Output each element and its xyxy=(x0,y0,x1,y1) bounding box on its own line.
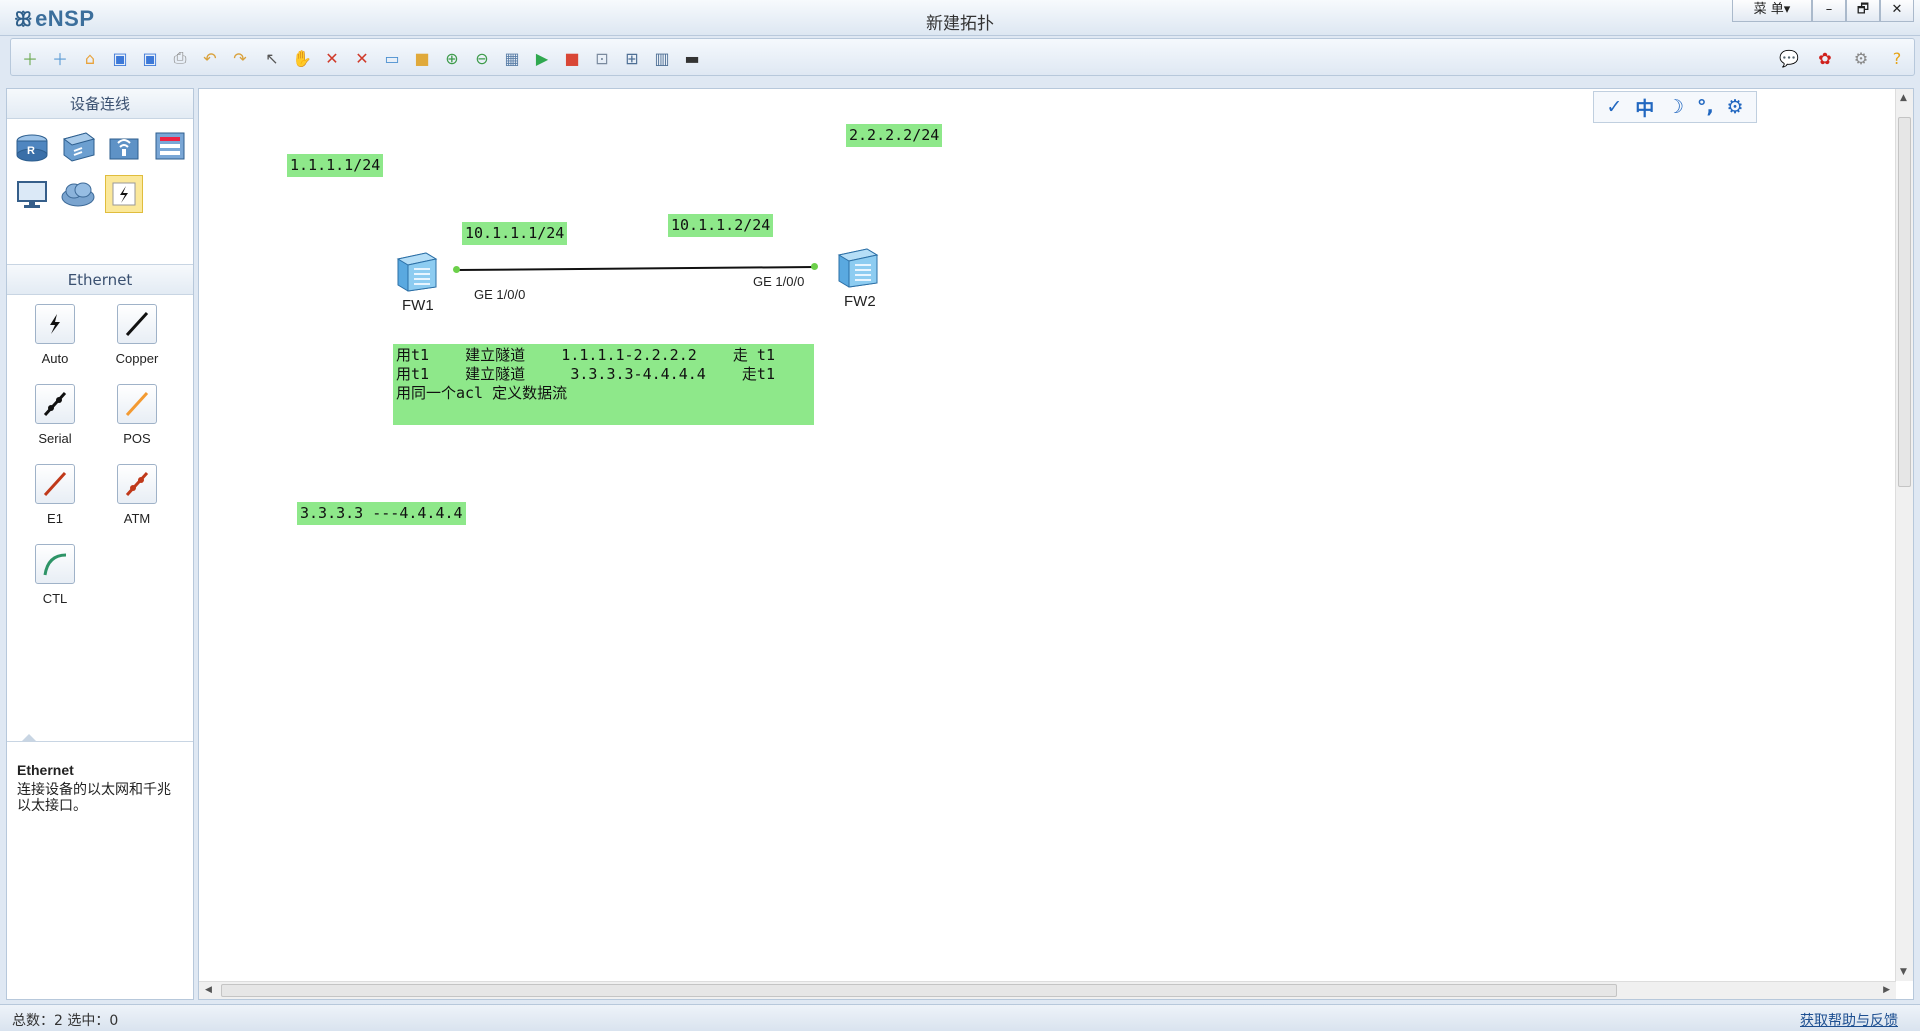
ethernet-section-header: Ethernet xyxy=(7,265,193,295)
chat-icon[interactable]: 💬 xyxy=(1776,45,1802,71)
cable-label: ATM xyxy=(123,511,151,526)
cable-label: Auto xyxy=(41,351,69,366)
wireless-category-icon[interactable] xyxy=(105,127,143,165)
serial-cable-icon xyxy=(35,384,75,424)
description-panel: Ethernet 连接设备的以太网和千兆以太接口。 xyxy=(7,734,193,999)
port-label-fw1: GE 1/0/0 xyxy=(474,287,526,302)
ctl-cable-icon xyxy=(35,544,75,584)
cloud-category-icon[interactable] xyxy=(59,175,97,213)
cable-copper[interactable]: Copper xyxy=(107,304,167,366)
cable-e1[interactable]: E1 xyxy=(25,464,85,526)
devices-header: 设备连线 xyxy=(7,89,193,119)
topology-icon[interactable]: ⊞ xyxy=(619,45,645,71)
start-icon[interactable]: ▶ xyxy=(529,45,555,71)
redo-icon[interactable]: ↷ xyxy=(227,45,253,71)
left-panel: 设备连线 R Ethernet Auto Copper Serial POS E… xyxy=(6,88,194,1000)
new-lab-icon[interactable]: ＋ xyxy=(47,45,73,71)
cable-auto[interactable]: Auto xyxy=(25,304,85,366)
pan-icon[interactable]: ✋ xyxy=(289,45,315,71)
fit-icon[interactable]: ▦ xyxy=(499,45,525,71)
e1-cable-icon xyxy=(35,464,75,504)
device-label-fw2: FW2 xyxy=(844,293,876,310)
title-bar: ꕥeNSP 新建拓扑 菜 单▾ – 🗗 ✕ xyxy=(0,0,1920,36)
vertical-scroll-thumb[interactable] xyxy=(1898,117,1911,487)
capture-icon[interactable]: ⊡ xyxy=(589,45,615,71)
open-icon[interactable]: ⌂ xyxy=(77,45,103,71)
select-icon[interactable]: ↖ xyxy=(259,45,285,71)
firewall-fw1-icon[interactable] xyxy=(394,247,440,293)
huawei-icon[interactable]: ✿ xyxy=(1812,45,1838,71)
cable-label: POS xyxy=(123,431,151,446)
horizontal-scroll-thumb[interactable] xyxy=(221,984,1617,997)
new-topology-icon[interactable]: ＋ xyxy=(17,45,43,71)
cable-label: E1 xyxy=(47,511,63,526)
delete-link-icon[interactable]: ✕ xyxy=(349,45,375,71)
cable-ctl[interactable]: CTL xyxy=(25,544,85,606)
restore-button[interactable]: 🗗 xyxy=(1846,0,1880,22)
table-icon[interactable]: ▥ xyxy=(649,45,675,71)
cable-atm[interactable]: ATM xyxy=(107,464,167,526)
note-range[interactable]: 3.3.3.3 ---4.4.4.4 xyxy=(297,502,466,525)
help-feedback-link[interactable]: 获取帮助与反馈 xyxy=(1800,1010,1898,1030)
stop-icon[interactable]: ■ xyxy=(559,45,585,71)
svg-text:R: R xyxy=(27,145,35,157)
link-endpoint-dot xyxy=(811,263,818,270)
save-icon[interactable]: ▣ xyxy=(107,45,133,71)
topology-canvas[interactable]: 1.1.1.1/24 2.2.2.2/24 10.1.1.1/24 10.1.1… xyxy=(198,88,1914,1000)
save-as-icon[interactable]: ▣ xyxy=(137,45,163,71)
undo-icon[interactable]: ↶ xyxy=(197,45,223,71)
console-icon[interactable]: ▬ xyxy=(679,45,705,71)
help-icon[interactable]: ? xyxy=(1884,45,1910,71)
rectangle-icon[interactable]: ■ xyxy=(409,45,435,71)
delete-icon[interactable]: ✕ xyxy=(319,45,345,71)
moon-icon[interactable]: ☽ xyxy=(1667,96,1684,118)
minimize-button[interactable]: – xyxy=(1812,0,1846,22)
print-icon[interactable]: ⎙ xyxy=(167,45,193,71)
auto-cable-icon xyxy=(35,304,75,344)
punctuation-icon[interactable]: °, xyxy=(1697,96,1714,118)
switch-category-icon[interactable] xyxy=(59,127,97,165)
cable-label: Copper xyxy=(115,351,159,366)
atm-cable-icon xyxy=(117,464,157,504)
zoom-out-icon[interactable]: ⊖ xyxy=(469,45,495,71)
cable-category-icon[interactable] xyxy=(105,175,143,213)
close-button[interactable]: ✕ xyxy=(1880,0,1914,22)
description-text: 连接设备的以太网和千兆以太接口。 xyxy=(17,782,171,814)
status-bar: 总数：2 选中：0 获取帮助与反馈 xyxy=(0,1004,1920,1031)
link-layer xyxy=(456,266,816,271)
fit-canvas-icon[interactable]: ✓ xyxy=(1606,96,1622,118)
menu-button[interactable]: 菜 单▾ xyxy=(1732,0,1812,22)
chinese-input-icon[interactable]: 中 xyxy=(1635,94,1654,121)
cable-serial[interactable]: Serial xyxy=(25,384,85,446)
canvas-float-toolbar: ✓ 中 ☽ °, ⚙ xyxy=(1593,91,1757,123)
link-line xyxy=(456,266,816,271)
firewall-category-icon[interactable] xyxy=(151,127,189,165)
device-category-grid: R xyxy=(7,119,193,265)
settings-icon[interactable]: ⚙ xyxy=(1848,45,1874,71)
pos-cable-icon xyxy=(117,384,157,424)
window-title: 新建拓扑 xyxy=(926,14,994,34)
router-category-icon[interactable]: R xyxy=(13,127,51,165)
firewall-fw2-icon[interactable] xyxy=(835,243,881,289)
cable-label: Serial xyxy=(38,431,72,446)
description-title: Ethernet xyxy=(17,762,74,778)
settings-gear-icon[interactable]: ⚙ xyxy=(1727,96,1744,118)
copper-cable-icon xyxy=(117,304,157,344)
port-label-fw2: GE 1/0/0 xyxy=(753,274,805,289)
zoom-in-icon[interactable]: ⊕ xyxy=(439,45,465,71)
device-label-fw1: FW1 xyxy=(402,297,434,314)
link-endpoint-dot xyxy=(453,266,460,273)
cable-pos[interactable]: POS xyxy=(107,384,167,446)
toolbar: ＋＋ ⌂ ▣ ▣ ⎙ ↶ ↷ ↖ ✋ ✕ ✕ ▭ ■ ⊕ ⊖ ▦ ▶ ■ ⊡ ⊞ ▥ ▬ 💬 ✿ ⚙? xyxy=(10,38,1915,76)
cable-label: CTL xyxy=(42,591,68,606)
text-icon[interactable]: ▭ xyxy=(379,45,405,71)
pc-category-icon[interactable] xyxy=(13,175,51,213)
vertical-scrollbar[interactable]: ▲ ▼ xyxy=(1895,89,1913,981)
horizontal-scrollbar[interactable]: ◀ ▶ xyxy=(199,981,1896,999)
status-summary: 总数：2 选中：0 xyxy=(12,1013,119,1029)
